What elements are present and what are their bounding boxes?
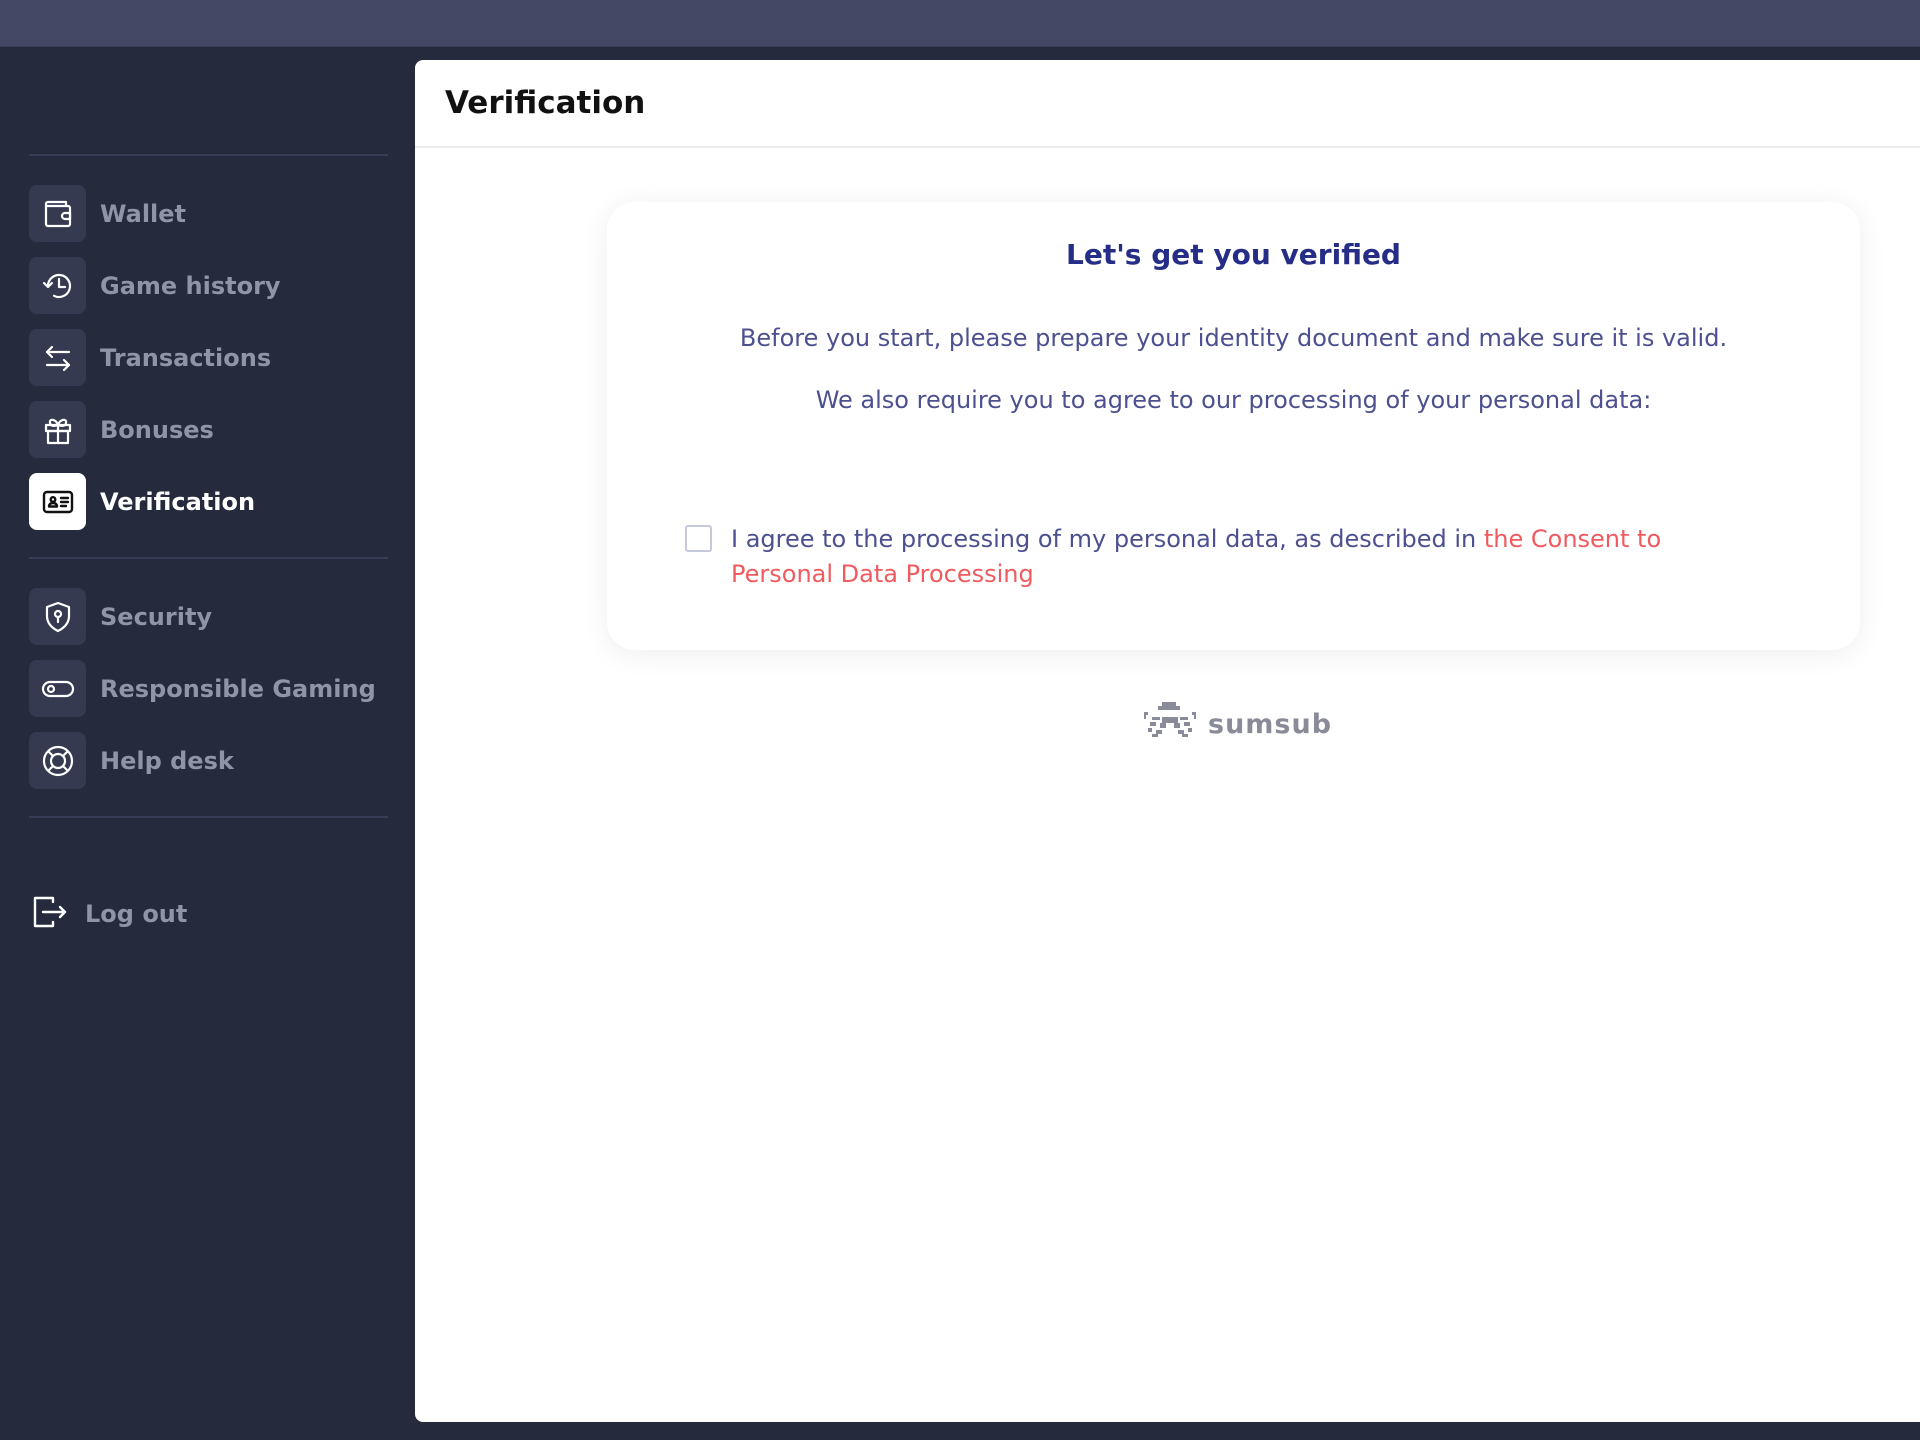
consent-label-text: I agree to the processing of my personal… xyxy=(731,525,1484,553)
consent-checkbox[interactable] xyxy=(685,525,712,552)
sidebar-divider xyxy=(29,557,388,559)
sidebar-item-bonuses[interactable]: Bonuses xyxy=(29,401,214,458)
card-heading: Let's get you verified xyxy=(1066,238,1401,271)
sidebar-item-label: Help desk xyxy=(100,746,234,775)
sidebar-divider xyxy=(29,154,388,156)
sidebar-item-label: Verification xyxy=(100,487,256,516)
logout-icon xyxy=(29,892,69,936)
page-title: Verification xyxy=(445,85,646,121)
consent-row: I agree to the processing of my personal… xyxy=(685,522,1745,592)
gift-icon xyxy=(29,401,86,458)
sidebar-item-game-history[interactable]: Game history xyxy=(29,257,281,314)
toggle-icon xyxy=(29,660,86,717)
sumsub-wordmark: sumsub xyxy=(1208,708,1333,740)
sumsub-branding: sumsub xyxy=(1140,700,1332,748)
sidebar-item-security[interactable]: Security xyxy=(29,588,212,645)
top-bar xyxy=(0,0,1920,47)
main-panel: Verification Let's get you verified Befo… xyxy=(415,60,1920,1422)
sidebar-item-label: Bonuses xyxy=(100,415,214,444)
id-card-icon xyxy=(29,473,86,530)
sidebar: Wallet Game history Transactions Bonuses… xyxy=(0,47,415,1440)
sidebar-item-verification[interactable]: Verification xyxy=(29,473,255,530)
consent-label: I agree to the processing of my personal… xyxy=(731,522,1745,592)
sidebar-item-label: Security xyxy=(100,602,213,631)
transfer-arrows-icon xyxy=(29,329,86,386)
lifebuoy-icon xyxy=(29,732,86,789)
shield-keyhole-icon xyxy=(29,588,86,645)
sidebar-divider xyxy=(29,816,388,818)
sumsub-logo-icon xyxy=(1140,700,1200,748)
sidebar-item-responsible-gaming[interactable]: Responsible Gaming xyxy=(29,660,376,717)
sidebar-item-label: Wallet xyxy=(100,199,187,228)
page-header: Verification xyxy=(415,60,1920,148)
sidebar-item-label: Transactions xyxy=(100,343,272,372)
sidebar-item-label: Responsible Gaming xyxy=(100,674,376,703)
sidebar-item-label: Game history xyxy=(100,271,281,300)
history-icon xyxy=(29,257,86,314)
sidebar-item-help-desk[interactable]: Help desk xyxy=(29,732,234,789)
logout-button[interactable]: Log out xyxy=(29,892,187,936)
verification-card: Let's get you verified Before you start,… xyxy=(607,202,1860,650)
sidebar-item-transactions[interactable]: Transactions xyxy=(29,329,271,386)
wallet-icon xyxy=(29,185,86,242)
consent-intro-text: We also require you to agree to our proc… xyxy=(815,386,1652,414)
instructions-text: Before you start, please prepare your id… xyxy=(739,324,1728,352)
logout-label: Log out xyxy=(85,900,188,928)
sidebar-item-wallet[interactable]: Wallet xyxy=(29,185,186,242)
